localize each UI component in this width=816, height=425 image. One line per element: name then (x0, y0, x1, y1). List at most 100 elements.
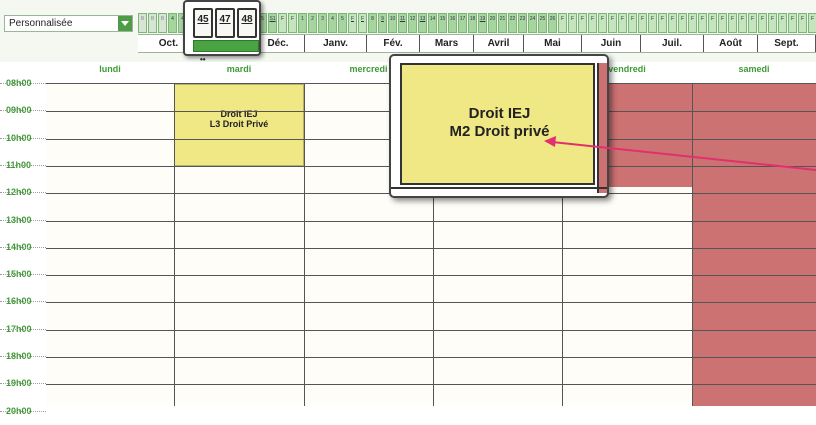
week-cell[interactable]: 3 (318, 13, 327, 33)
week-cell[interactable]: 13 (418, 13, 427, 33)
week-cell[interactable]: 5 (338, 13, 347, 33)
week-cell[interactable]: F (568, 13, 577, 33)
month-label[interactable]: Mai (524, 35, 582, 52)
chevron-down-icon[interactable] (118, 16, 132, 31)
week-cell[interactable]: 26 (548, 13, 557, 33)
zoom-week-45: 45 (193, 8, 213, 38)
week-cell[interactable]: F (628, 13, 637, 33)
month-label[interactable]: Janv. (305, 35, 367, 52)
week-cell[interactable]: 23 (518, 13, 527, 33)
hour-tick (0, 356, 46, 357)
week-cell[interactable]: F (588, 13, 597, 33)
week-cell[interactable]: F (688, 13, 697, 33)
week-cell[interactable]: 15 (438, 13, 447, 33)
week-cell[interactable]: 8 (368, 13, 377, 33)
zoom-divider (391, 187, 607, 189)
unavailable-column-friday-top (602, 84, 816, 187)
zoom-unavailable-strip (597, 63, 607, 193)
week-cell[interactable]: F (698, 13, 707, 33)
week-cell[interactable]: F (598, 13, 607, 33)
week-cell[interactable]: S1 (268, 13, 277, 33)
week-cell[interactable]: F (798, 13, 807, 33)
hour-tick (0, 83, 46, 84)
hour-tick (0, 410, 46, 412)
week-cell[interactable]: 21 (498, 13, 507, 33)
week-cell[interactable]: F (748, 13, 757, 33)
hour-gridline (46, 329, 816, 331)
week-cell[interactable]: 14 (428, 13, 437, 33)
week-cell[interactable]: 4 (328, 13, 337, 33)
zoom-callout-event: Droit IEJ M2 Droit privé (389, 54, 609, 198)
hour-gridline (46, 247, 816, 249)
week-cell[interactable]: F (358, 13, 367, 33)
view-select[interactable]: Personnalisée (4, 15, 133, 32)
week-cell[interactable]: F (578, 13, 587, 33)
week-cell[interactable]: 17 (458, 13, 467, 33)
week-cell[interactable]: F (278, 13, 287, 33)
month-label[interactable]: Juil. (641, 35, 704, 52)
day-header: lundi (99, 64, 121, 74)
week-cell[interactable]: F (738, 13, 747, 33)
hour-tick (0, 137, 46, 139)
month-label[interactable]: Avril (474, 35, 524, 52)
zoom-event-card: Droit IEJ M2 Droit privé (400, 63, 595, 185)
zoom-event-title: Droit IEJ (468, 105, 531, 122)
week-cell[interactable]: 24 (528, 13, 537, 33)
week-cell[interactable]: F (668, 13, 677, 33)
week-cell[interactable]: F (618, 13, 627, 33)
hour-tick (0, 301, 46, 303)
week-cell[interactable]: F (558, 13, 567, 33)
week-cell[interactable]: 9 (378, 13, 387, 33)
week-cell[interactable]: B (158, 13, 167, 33)
zoom-callout-weeks: 45 47 48 (183, 0, 261, 56)
week-cell[interactable]: 22 (508, 13, 517, 33)
week-cell[interactable]: F (288, 13, 297, 33)
week-cell[interactable]: 18 (468, 13, 477, 33)
event-subtitle: L3 Droit Privé (209, 119, 269, 129)
week-cell[interactable]: 19 (478, 13, 487, 33)
week-cell[interactable]: F (638, 13, 647, 33)
hour-tick (0, 328, 46, 330)
week-cell[interactable]: 4 (168, 13, 177, 33)
hour-tick (0, 219, 46, 221)
hour-tick (0, 192, 46, 194)
hour-gridline (46, 357, 816, 358)
month-label[interactable]: Mars (420, 35, 474, 52)
week-cell[interactable]: F (758, 13, 767, 33)
week-cell[interactable]: F (778, 13, 787, 33)
hour-tick (0, 383, 46, 385)
week-cell[interactable]: F (788, 13, 797, 33)
hour-gridline (46, 220, 816, 222)
week-cell[interactable]: 1 (298, 13, 307, 33)
hour-gridline (46, 384, 816, 386)
week-cell[interactable]: F (708, 13, 717, 33)
week-cell[interactable]: 12 (408, 13, 417, 33)
week-cell[interactable]: B (148, 13, 157, 33)
week-cell[interactable]: F (658, 13, 667, 33)
week-cell[interactable]: F (348, 13, 357, 33)
week-cell[interactable]: F (768, 13, 777, 33)
week-cell[interactable]: F (648, 13, 657, 33)
week-cell[interactable]: 20 (488, 13, 497, 33)
month-label[interactable]: Août (704, 35, 758, 52)
month-label[interactable]: Fév. (367, 35, 420, 52)
week-cell[interactable]: F (808, 13, 816, 33)
week-cell[interactable]: 10 (388, 13, 397, 33)
hour-tick (0, 164, 46, 166)
week-cell[interactable]: F (718, 13, 727, 33)
week-cell[interactable]: F (678, 13, 687, 33)
week-cell[interactable]: 11 (398, 13, 407, 33)
week-cell[interactable]: B (138, 13, 147, 33)
hour-tick (0, 274, 46, 276)
week-cell[interactable]: F (728, 13, 737, 33)
week-cell[interactable]: 16 (448, 13, 457, 33)
month-label[interactable]: Sept. (758, 35, 816, 52)
course-event[interactable]: Droit IEJ L3 Droit Privé (174, 84, 304, 166)
zoom-week-47: 47 (215, 8, 235, 38)
week-cell[interactable]: 25 (538, 13, 547, 33)
day-header: samedi (738, 64, 770, 74)
zoom-week-48: 48 (237, 8, 257, 38)
week-cell[interactable]: 2 (308, 13, 317, 33)
month-label[interactable]: Juin (582, 35, 641, 52)
week-cell[interactable]: F (608, 13, 617, 33)
